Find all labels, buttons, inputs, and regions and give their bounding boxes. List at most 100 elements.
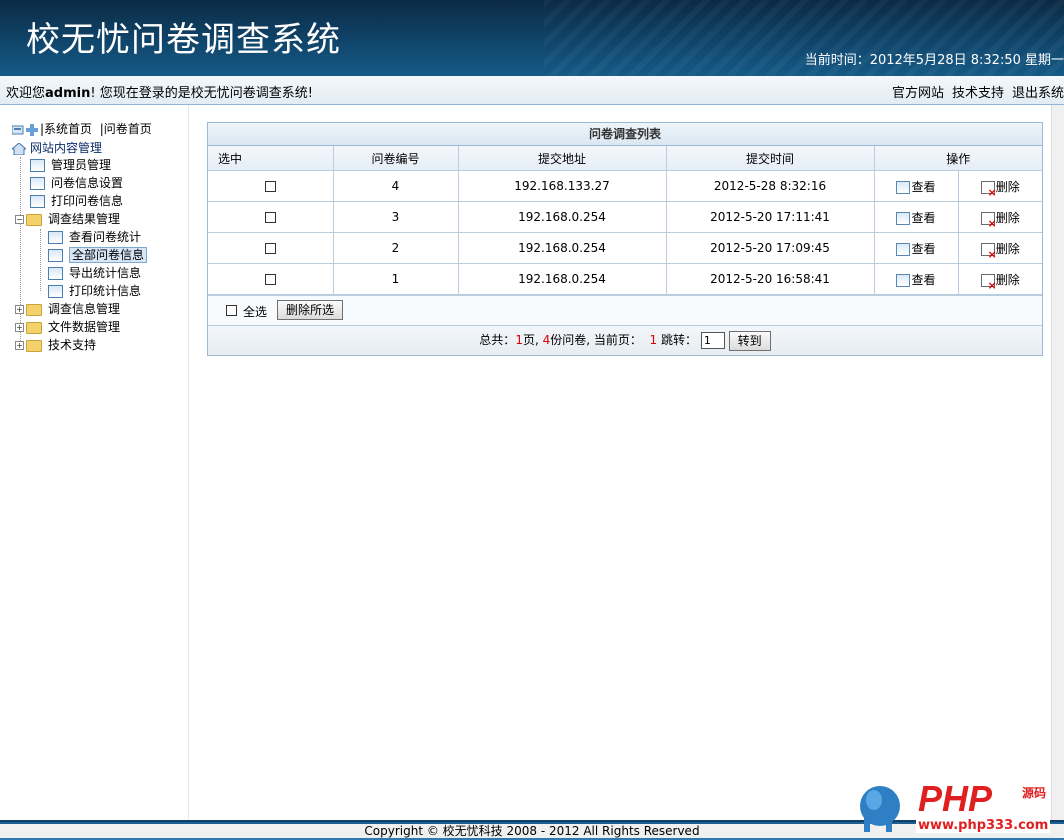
home-icon (12, 142, 26, 155)
view-button[interactable]: 查看 (896, 272, 936, 287)
view-label: 查看 (911, 179, 936, 194)
table-header-row: 选中 问卷编号 提交地址 提交时间 操作 (208, 146, 1043, 171)
pager-jump-label: 跳转： (661, 333, 698, 347)
sidebar-item-export-stats[interactable]: 导出统计信息 (40, 265, 141, 281)
sidebar-item-label: 技术支持 (48, 338, 97, 352)
submit-time: 2012-5-20 17:09:45 (665, 232, 875, 264)
submit-time: 2012-5-28 8:32:16 (665, 170, 875, 202)
view-button[interactable]: 查看 (896, 241, 936, 256)
view-cell: 查看 (873, 170, 959, 202)
delete-button[interactable]: 删除 (980, 241, 1020, 260)
view-label: 查看 (911, 210, 936, 225)
sidebar-item-label: 管理员管理 (51, 158, 112, 172)
sidebar-item-results[interactable]: − 调查结果管理 (15, 211, 120, 227)
sidebar-item-file-data[interactable]: + 文件数据管理 (15, 319, 120, 335)
username: admin (45, 86, 91, 101)
expand-icon[interactable]: + (15, 305, 24, 314)
list-caption: 问卷调查列表 (208, 123, 1042, 146)
survey-table: 选中 问卷编号 提交地址 提交时间 操作 4 192.168.133.27 20… (208, 146, 1043, 295)
delete-icon (980, 242, 997, 260)
delete-cell: 删除 (957, 263, 1043, 295)
submit-address: 192.168.0.254 (457, 263, 667, 295)
view-button[interactable]: 查看 (896, 179, 936, 194)
page-icon (48, 249, 63, 262)
delete-button[interactable]: 删除 (980, 210, 1020, 229)
sidebar-item-admin[interactable]: 管理员管理 (20, 157, 111, 173)
table-row: 2 192.168.0.254 2012-5-20 17:09:45 查看 删除 (208, 232, 1043, 264)
sidebar-item-print-survey[interactable]: 打印问卷信息 (20, 193, 123, 209)
expand-icon[interactable]: + (15, 341, 24, 350)
welcome-text: 欢迎您admin! 您现在登录的是校无忧问卷调查系统! (6, 82, 313, 101)
delete-selected-button[interactable]: 删除所选 (277, 300, 344, 320)
view-label: 查看 (911, 272, 936, 287)
delete-icon (980, 180, 997, 198)
tech-support-link[interactable]: 技术支持 (952, 86, 1004, 101)
sidebar-item-survey-settings[interactable]: 问卷信息设置 (20, 175, 123, 191)
sidebar-item-print-stats[interactable]: 打印统计信息 (40, 283, 141, 299)
view-icon (896, 180, 911, 194)
page-jump-input[interactable]: 1 (700, 332, 725, 349)
sidebar-item-survey-info[interactable]: + 调查信息管理 (15, 301, 120, 317)
survey-id: 2 (332, 232, 459, 264)
row-checkbox[interactable] (264, 212, 276, 223)
current-time: 当前时间：2012年5月28日 8:32:50 星期一 (804, 53, 1064, 68)
bulk-actions-row: 全选 删除所选 (208, 295, 1042, 325)
system-icon (12, 125, 24, 134)
pagination: 总共：1页, 4份问卷, 当前页： 1 跳转： 1 转到 (208, 325, 1042, 355)
table-row: 3 192.168.0.254 2012-5-20 17:11:41 查看 删除 (208, 201, 1043, 233)
delete-label: 删除 (995, 210, 1020, 225)
sidebar-item-label: 查看问卷统计 (69, 230, 142, 244)
sidebar-item-view-stats[interactable]: 查看问卷统计 (40, 229, 141, 245)
submit-time: 2012-5-20 16:58:41 (665, 263, 875, 295)
delete-cell: 删除 (957, 170, 1043, 202)
top-links: 官方网站 技术支持 退出系统 (884, 82, 1064, 101)
page-icon (30, 177, 45, 190)
tree-root[interactable]: 网站内容管理 (12, 140, 102, 156)
view-cell: 查看 (873, 232, 959, 264)
survey-home-link[interactable]: 问卷首页 (104, 122, 152, 136)
select-cell (208, 201, 334, 233)
delete-icon (980, 273, 997, 291)
row-checkbox[interactable] (264, 181, 276, 192)
delete-label: 删除 (995, 179, 1020, 194)
header-banner: 校无忧问卷调查系统 当前时间：2012年5月28日 8:32:50 星期一 (0, 0, 1064, 76)
collapse-icon[interactable]: − (15, 215, 24, 224)
view-cell: 查看 (873, 201, 959, 233)
sidebar-item-all-surveys[interactable]: 全部问卷信息 (40, 247, 148, 263)
sidebar-item-tech-support[interactable]: + 技术支持 (15, 337, 96, 353)
pager-current-page: 1 (649, 333, 658, 347)
col-submit-time: 提交时间 (665, 146, 875, 171)
delete-label: 删除 (995, 272, 1020, 287)
expand-icon[interactable]: + (15, 323, 24, 332)
delete-label: 删除 (995, 241, 1020, 256)
row-checkbox[interactable] (264, 243, 276, 254)
sidebar-item-label: 打印统计信息 (69, 284, 142, 298)
tree-root-label: 网站内容管理 (30, 141, 103, 155)
submit-address: 192.168.0.254 (457, 232, 667, 264)
view-label: 查看 (911, 241, 936, 256)
page-icon (48, 231, 63, 244)
survey-list-panel: 问卷调查列表 选中 问卷编号 提交地址 提交时间 操作 4 192.168.13… (207, 122, 1043, 356)
table-row: 4 192.168.133.27 2012-5-28 8:32:16 查看 删除 (208, 170, 1043, 202)
official-site-link[interactable]: 官方网站 (892, 86, 944, 101)
logout-link[interactable]: 退出系统 (1012, 86, 1064, 101)
folder-icon (26, 339, 42, 352)
page-scrollbar[interactable] (1051, 105, 1064, 820)
sidebar-item-label: 打印问卷信息 (51, 194, 124, 208)
sidebar-item-label: 调查结果管理 (48, 212, 121, 226)
watermark-tag: 源码 (1022, 786, 1047, 800)
col-select: 选中 (208, 146, 334, 171)
page-icon (48, 285, 63, 298)
add-icon (26, 123, 38, 136)
system-home-link[interactable]: 系统首页 (44, 122, 92, 136)
delete-button[interactable]: 删除 (980, 179, 1020, 198)
row-checkbox[interactable] (264, 274, 276, 285)
folder-icon (26, 321, 42, 334)
view-button[interactable]: 查看 (896, 210, 936, 225)
sidebar-top-links: |系统首页 |问卷首页 (12, 120, 152, 137)
go-button[interactable]: 转到 (728, 330, 771, 351)
delete-icon (980, 211, 997, 229)
select-all-checkbox[interactable] (226, 305, 237, 316)
delete-button[interactable]: 删除 (980, 272, 1020, 291)
delete-cell: 删除 (957, 232, 1043, 264)
